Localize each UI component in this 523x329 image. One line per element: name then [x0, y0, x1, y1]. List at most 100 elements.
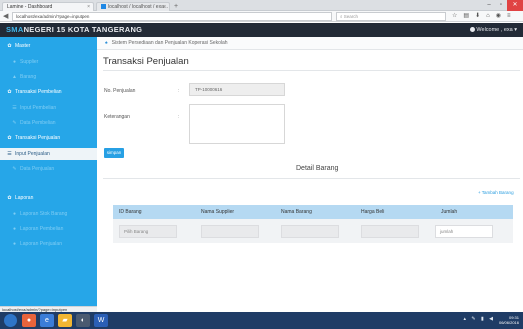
search-placeholder: Search: [343, 14, 359, 19]
user-icon: [470, 27, 476, 32]
simpan-button[interactable]: simpan: [104, 148, 124, 158]
browser-tab-dashboard[interactable]: Lamine - Dashboard ×: [2, 2, 94, 11]
shield-icon[interactable]: ◉: [496, 12, 501, 21]
browser-tab-bar: Lamine - Dashboard × localhost / localho…: [0, 0, 523, 11]
close-window-icon[interactable]: ✕: [507, 0, 523, 11]
keterangan-textarea[interactable]: [189, 104, 285, 144]
browser-tab-phpmyadmin[interactable]: localhost / localhost / exa... ×: [96, 2, 170, 11]
browser-toolbar: ☆ ▤ ⬇ ⌂ ◉ ≡: [452, 12, 510, 21]
close-tab-icon[interactable]: ×: [87, 3, 90, 11]
sidebar-item-transaksi-pembelian[interactable]: ✿ Transaksi Pembelian: [0, 86, 97, 99]
sidebar-item-input-pembelian[interactable]: ☰ Input Pembelian: [0, 102, 97, 114]
table-header: ID Barang Nama Supplier Nama Barang Harg…: [113, 205, 513, 219]
col-id-barang: ID Barang: [119, 209, 142, 215]
user-menu[interactable]: Welcome , exa ▾: [470, 23, 517, 37]
table-row: Pilih Barang jumlah: [113, 219, 513, 243]
ie-icon[interactable]: e: [40, 314, 54, 327]
colon: :: [178, 114, 180, 120]
app-header: SMANEGERI 15 KOTA TANGERANG Welcome , ex…: [0, 23, 523, 37]
pencil-icon: ✎: [12, 166, 17, 172]
window-controls: – ▫ ✕: [483, 0, 523, 11]
sidebar: ✿ Master ● Supplier ▲ Barang ✿ Transaksi Pembel…: [0, 37, 97, 312]
user-icon: ●: [12, 59, 17, 65]
sidebar-item-supplier[interactable]: ● Supplier: [0, 56, 97, 68]
colon: :: [178, 88, 180, 94]
nama-supplier-field: [201, 225, 259, 238]
start-button[interactable]: [4, 314, 17, 327]
no-penjualan-field: TP-10000616: [189, 83, 285, 96]
detail-barang-title: Detail Barang: [296, 165, 339, 172]
sidebar-item-laporan[interactable]: ✿ Laporan: [0, 192, 97, 205]
firefox-icon[interactable]: ●: [22, 314, 36, 327]
sidebar-item-label: Laporan Pembelian: [20, 226, 64, 232]
col-nama-supplier: Nama Supplier: [201, 209, 235, 215]
gear-icon: ✿: [7, 89, 12, 95]
sidebar-item-laporan-pembelian[interactable]: ● Laporan Pembelian: [0, 223, 97, 235]
maximize-icon[interactable]: ▫: [495, 0, 507, 11]
harga-beli-field: [361, 225, 419, 238]
box-icon: ▲: [12, 74, 17, 80]
sidebar-item-label: Input Penjualan: [15, 151, 50, 157]
taskbar-clock[interactable]: 09:31 06/06/2016: [499, 315, 519, 325]
circle-icon: ●: [12, 241, 17, 247]
sidebar-item-label: Laporan Penjualan: [20, 241, 62, 247]
minimize-icon[interactable]: –: [483, 0, 495, 11]
home-icon[interactable]: ⌂: [486, 12, 490, 21]
sidebar-item-label: Laporan Stok Barang: [20, 211, 68, 217]
circle-icon: ●: [12, 211, 17, 217]
home-icon[interactable]: ♠: [105, 40, 108, 46]
browser-nav-bar: ◀ localhost/exa/admin/?page=inputpen ⌕ S…: [0, 11, 523, 22]
sidebar-item-master[interactable]: ✿ Master: [0, 40, 97, 53]
new-tab-icon[interactable]: +: [174, 2, 178, 11]
system-tray[interactable]: ▴ ✎ ▮ ◀: [464, 316, 495, 322]
download-icon[interactable]: ⬇: [475, 12, 480, 21]
col-nama-barang: Nama Barang: [281, 209, 312, 215]
divider: [103, 70, 520, 71]
sidebar-item-laporan-penjualan[interactable]: ● Laporan Penjualan: [0, 238, 97, 250]
sidebar-item-transaksi-penjualan[interactable]: ✿ Transaksi Penjualan: [0, 132, 97, 145]
sidebar-item-data-penjualan[interactable]: ✎ Data Penjualan: [0, 163, 97, 175]
address-bar[interactable]: localhost/exa/admin/?page=inputpen: [12, 12, 332, 21]
list-icon: ☰: [7, 151, 12, 157]
url-text: localhost/exa/admin/?page=inputpen: [16, 14, 90, 19]
sidebar-item-label: Laporan: [15, 195, 34, 201]
menu-icon[interactable]: ≡: [507, 12, 511, 21]
no-penjualan-label: No. Penjualan: [104, 88, 136, 94]
tambah-barang-button[interactable]: + Tambah Barang: [478, 190, 514, 195]
sidebar-item-data-pembelian[interactable]: ✎ Data Pembelian: [0, 117, 97, 129]
sidebar-item-input-penjualan[interactable]: ☰ Input Penjualan: [0, 148, 97, 160]
col-harga-beli: Harga Beli: [361, 209, 385, 215]
star-icon[interactable]: ☆: [452, 12, 457, 21]
sidebar-item-label: Transaksi Penjualan: [15, 135, 61, 141]
col-jumlah: Jumlah: [441, 209, 458, 215]
page-title: Transaksi Penjualan: [103, 56, 189, 67]
sidebar-item-label: Data Penjualan: [20, 166, 55, 172]
breadcrumb: ♠ Sistem Persediaan dan Penjualan Koperas…: [97, 37, 523, 50]
list-icon: ☰: [12, 105, 17, 111]
folder-icon[interactable]: ▰: [58, 314, 72, 327]
pencil-icon: ✎: [12, 120, 17, 126]
gear-icon: ✿: [7, 135, 12, 141]
tab-label: localhost / localhost / exa...: [108, 4, 169, 10]
word-icon[interactable]: W: [94, 314, 108, 327]
divider: [103, 178, 520, 179]
nama-barang-field: [281, 225, 339, 238]
sidebar-item-barang[interactable]: ▲ Barang: [0, 71, 97, 83]
app-icon[interactable]: ◐: [76, 314, 90, 327]
sidebar-item-label: Transaksi Pembelian: [15, 89, 62, 95]
sidebar-item-label: Barang: [20, 74, 37, 80]
brand-title[interactable]: SMANEGERI 15 KOTA TANGERANG: [6, 23, 142, 37]
keterangan-label: Keterangan: [104, 114, 130, 120]
close-tab-icon[interactable]: ×: [163, 3, 166, 11]
browser-search-input[interactable]: ⌕ Search: [336, 12, 446, 21]
gear-icon: ✿: [7, 195, 12, 201]
jumlah-input[interactable]: jumlah: [435, 225, 493, 238]
back-arrow-icon[interactable]: ◀: [3, 12, 8, 21]
sidebar-item-label: Master: [15, 43, 31, 49]
sidebar-item-laporan-stok-barang[interactable]: ● Laporan Stok Barang: [0, 208, 97, 220]
clipboard-icon[interactable]: ▤: [463, 12, 469, 21]
circle-icon: ●: [12, 226, 17, 232]
favicon-icon: [101, 4, 106, 9]
id-barang-select[interactable]: Pilih Barang: [119, 225, 177, 238]
sidebar-item-label: Input Pembelian: [20, 105, 57, 111]
